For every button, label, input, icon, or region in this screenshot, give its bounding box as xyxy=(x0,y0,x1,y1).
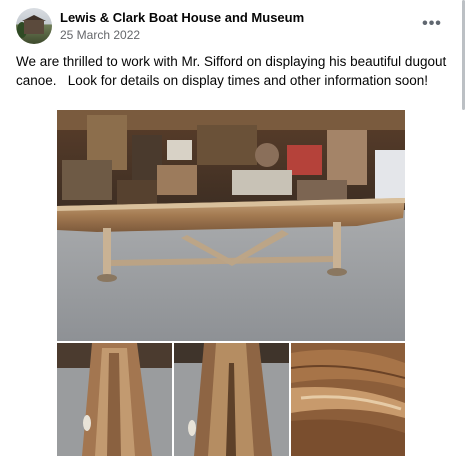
facebook-post: Lewis & Clark Boat House and Museum 25 M… xyxy=(0,0,465,456)
canoe-interior-photo-1[interactable] xyxy=(57,343,172,456)
post-date-link[interactable]: 25 March 2022 xyxy=(60,28,140,42)
more-horizontal-icon: ••• xyxy=(422,15,442,32)
dugout-canoe-on-stand-photo[interactable] xyxy=(57,110,405,341)
page-avatar[interactable] xyxy=(16,8,52,44)
post-text: We are thrilled to work with Mr. Sifford… xyxy=(16,54,450,88)
canoe-interior-photo-2[interactable] xyxy=(174,343,289,456)
page-name-link[interactable]: Lewis & Clark Boat House and Museum xyxy=(60,10,304,25)
more-options-button[interactable]: ••• xyxy=(420,12,444,36)
canoe-wood-closeup-photo[interactable] xyxy=(291,343,405,456)
